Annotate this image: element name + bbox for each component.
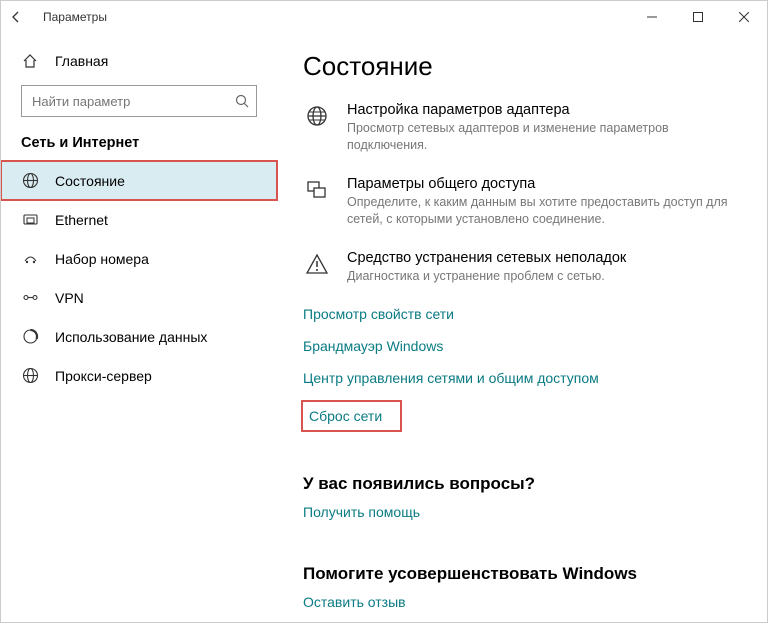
- link-give-feedback[interactable]: Оставить отзыв: [303, 594, 406, 610]
- sidebar-item-label: Набор номера: [55, 251, 149, 267]
- sidebar-item-label: Использование данных: [55, 329, 207, 345]
- page-title: Состояние: [303, 51, 737, 82]
- sidebar-item-label: Состояние: [55, 173, 125, 189]
- home-icon: [21, 53, 39, 69]
- feedback-heading: Помогите усовершенствовать Windows: [303, 564, 737, 584]
- sidebar-item-proxy[interactable]: Прокси-сервер: [1, 356, 277, 395]
- proxy-icon: [21, 367, 39, 384]
- globe-icon: [303, 102, 331, 154]
- settings-window: Параметры Главная С: [0, 0, 768, 623]
- sidebar-item-label: Прокси-сервер: [55, 368, 152, 384]
- vpn-icon: [21, 289, 39, 306]
- home-nav[interactable]: Главная: [1, 45, 277, 77]
- setting-adapter-options[interactable]: Настройка параметров адаптера Просмотр с…: [303, 102, 737, 154]
- sidebar-item-ethernet[interactable]: Ethernet: [1, 200, 277, 239]
- link-network-reset[interactable]: Сброс сети: [303, 402, 400, 430]
- setting-desc: Определите, к каким данным вы хотите пре…: [347, 194, 737, 228]
- link-network-properties[interactable]: Просмотр свойств сети: [303, 306, 454, 322]
- sharing-icon: [303, 176, 331, 228]
- setting-label: Параметры общего доступа: [347, 176, 737, 192]
- link-get-help[interactable]: Получить помощь: [303, 504, 420, 520]
- help-heading: У вас появились вопросы?: [303, 474, 737, 494]
- search-icon: [235, 94, 249, 108]
- setting-desc: Диагностика и устранение проблем с сетью…: [347, 268, 626, 285]
- sidebar-item-datausage[interactable]: Использование данных: [1, 317, 277, 356]
- setting-troubleshoot[interactable]: Средство устранения сетевых неполадок Ди…: [303, 250, 737, 285]
- home-label: Главная: [55, 53, 108, 69]
- ethernet-icon: [21, 211, 39, 228]
- maximize-button[interactable]: [675, 1, 721, 33]
- minimize-button[interactable]: [629, 1, 675, 33]
- globe-icon: [21, 172, 39, 189]
- warning-icon: [303, 250, 331, 285]
- link-windows-firewall[interactable]: Брандмауэр Windows: [303, 338, 443, 354]
- window-title: Параметры: [43, 10, 107, 24]
- back-button[interactable]: [9, 10, 33, 24]
- sidebar-item-status[interactable]: Состояние: [1, 161, 277, 200]
- setting-label: Средство устранения сетевых неполадок: [347, 250, 626, 266]
- sidebar-item-label: Ethernet: [55, 212, 108, 228]
- main-content: Состояние Настройка параметров адаптера …: [277, 33, 767, 622]
- close-button[interactable]: [721, 1, 767, 33]
- search-input[interactable]: [21, 85, 257, 117]
- setting-sharing-options[interactable]: Параметры общего доступа Определите, к к…: [303, 176, 737, 228]
- search-box: [21, 85, 257, 117]
- data-usage-icon: [21, 328, 39, 345]
- sidebar-item-vpn[interactable]: VPN: [1, 278, 277, 317]
- sidebar-item-label: VPN: [55, 290, 84, 306]
- link-network-sharing-center[interactable]: Центр управления сетями и общим доступом: [303, 370, 599, 386]
- sidebar-section-header: Сеть и Интернет: [1, 131, 277, 161]
- titlebar: Параметры: [1, 1, 767, 33]
- sidebar: Главная Сеть и Интернет Состояние: [1, 33, 277, 622]
- sidebar-item-dialup[interactable]: Набор номера: [1, 239, 277, 278]
- dialup-icon: [21, 250, 39, 267]
- setting-desc: Просмотр сетевых адаптеров и изменение п…: [347, 120, 737, 154]
- setting-label: Настройка параметров адаптера: [347, 102, 737, 118]
